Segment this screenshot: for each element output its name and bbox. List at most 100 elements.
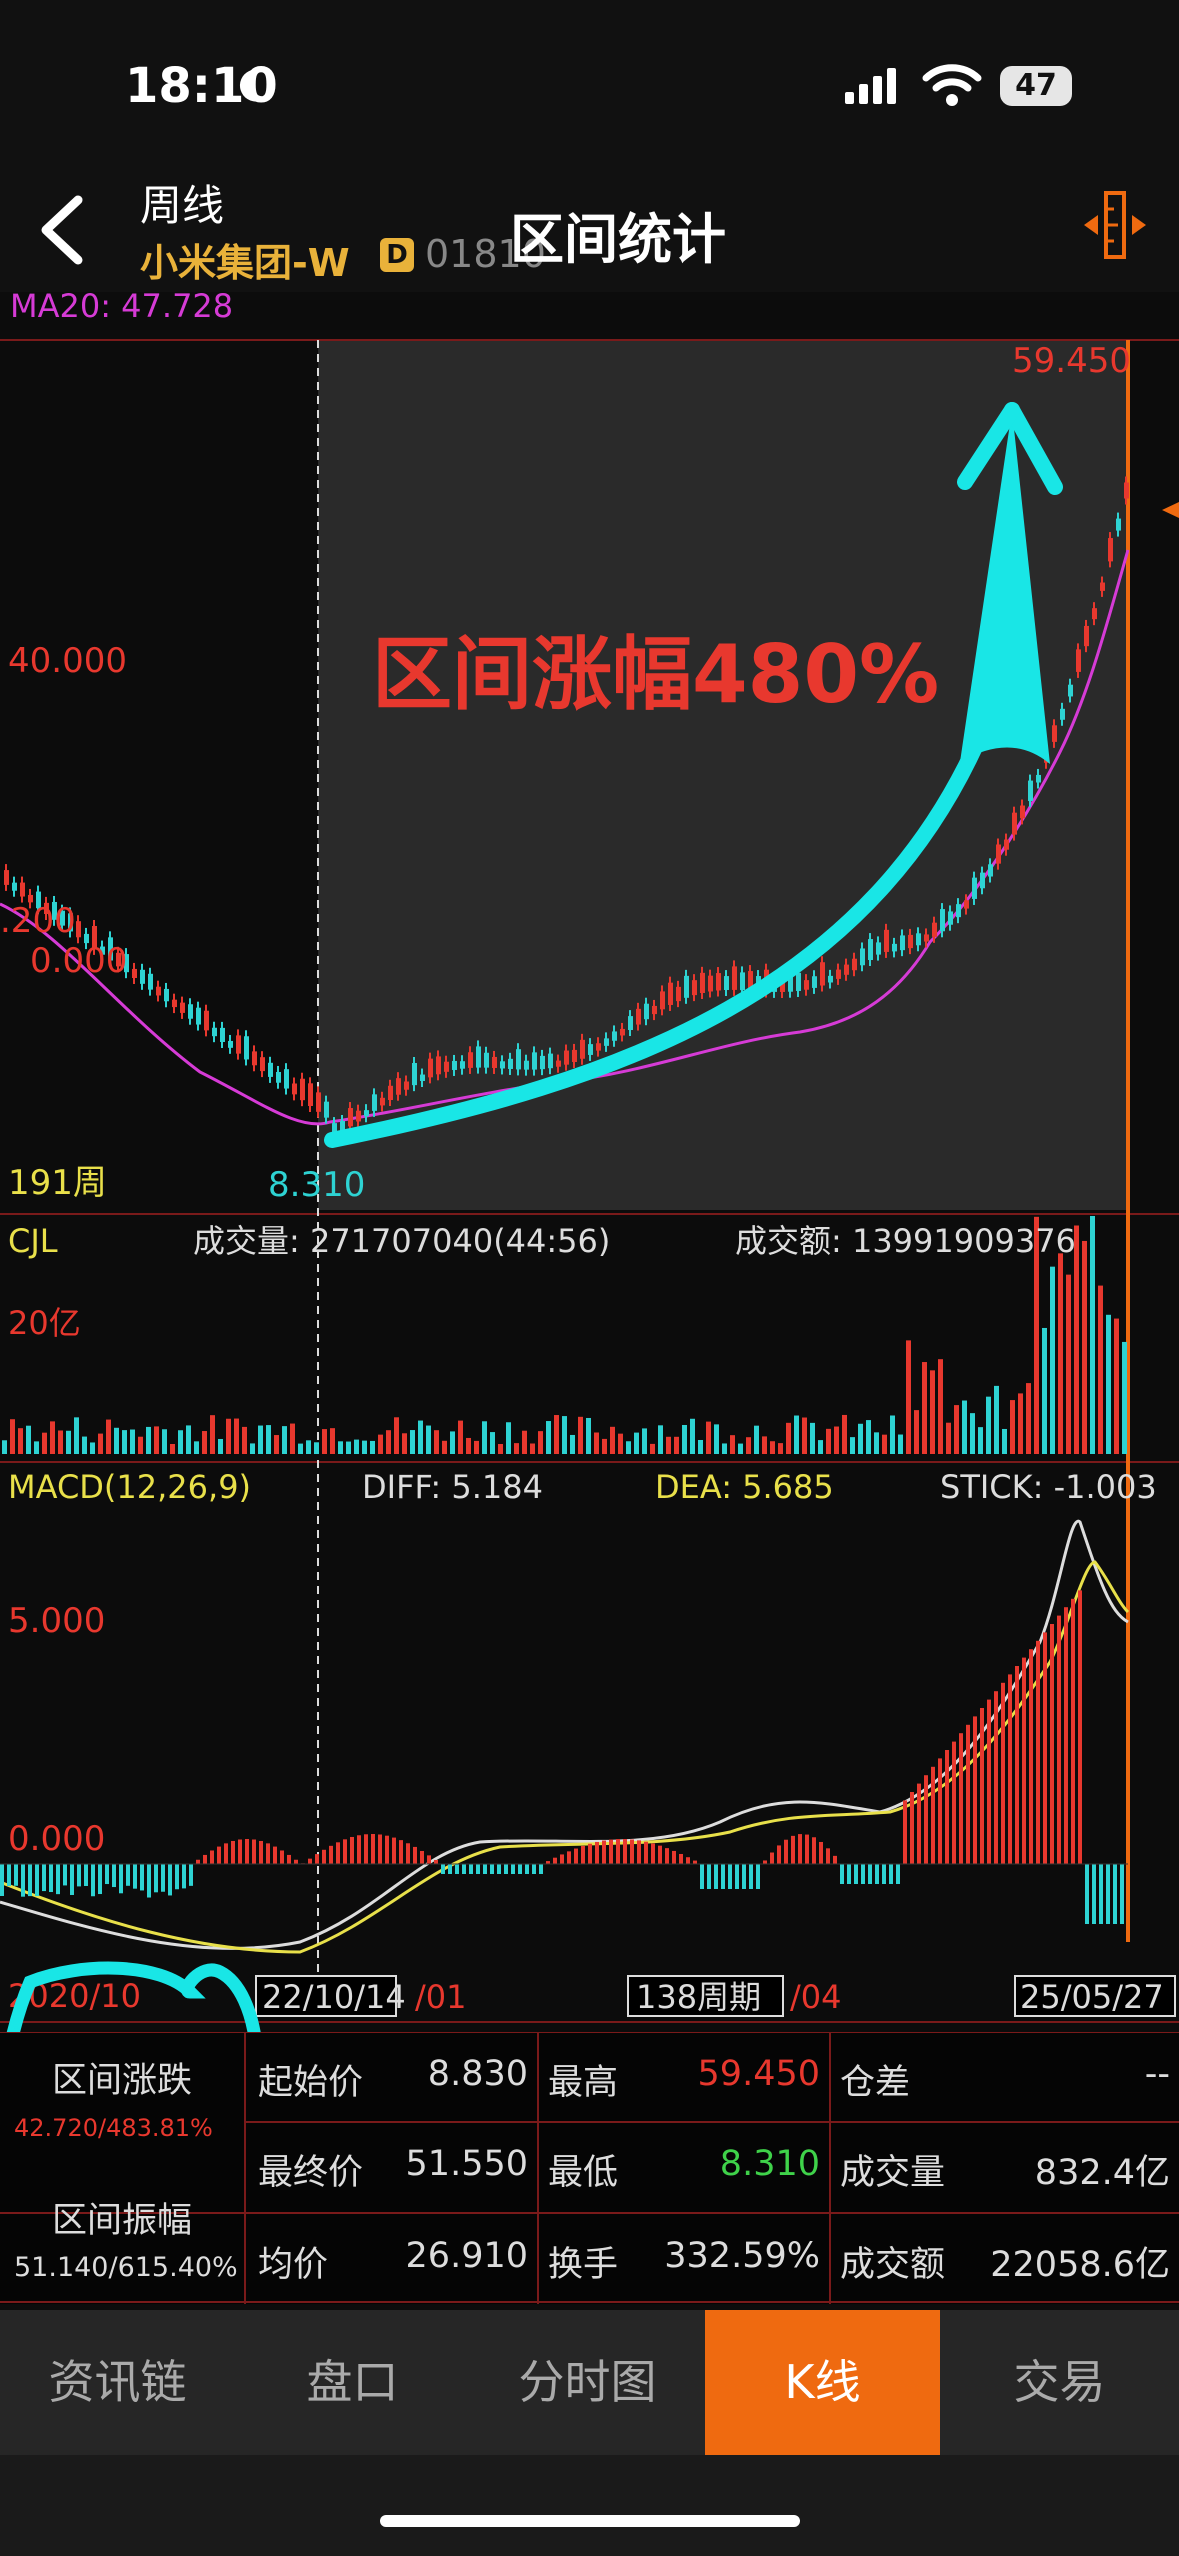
macd-bar — [770, 1852, 774, 1864]
volume-bar — [1026, 1383, 1031, 1454]
kline-chart[interactable]: MA20: 47.728 59.450 40.000 .200 0.000 8.… — [0, 292, 1179, 2032]
volume-bar — [1066, 1274, 1071, 1454]
high-value: 59.450 — [697, 2054, 820, 2094]
volume-bar — [218, 1438, 223, 1454]
candle-body — [964, 900, 969, 909]
volume-bar — [610, 1426, 615, 1454]
range-change-value: 42.720/483.81% — [14, 2114, 213, 2142]
macd-bar — [658, 1845, 662, 1864]
volume-bar — [154, 1426, 159, 1454]
macd-bar — [651, 1843, 655, 1864]
back-arrow-icon[interactable] — [32, 190, 92, 270]
macd-bar — [728, 1864, 732, 1889]
candle-body — [868, 939, 873, 961]
volume-bar — [866, 1420, 871, 1454]
macd-bar — [231, 1840, 235, 1864]
macd-bar — [84, 1864, 88, 1887]
volume-bar — [186, 1425, 191, 1454]
macd-bar — [217, 1846, 221, 1864]
macd-bar — [399, 1840, 403, 1864]
macd-bar — [385, 1835, 389, 1864]
volume-bar — [1082, 1240, 1087, 1454]
macd-bar — [595, 1841, 599, 1864]
candle-body — [900, 935, 905, 951]
tab-trade[interactable]: 交易 — [940, 2310, 1179, 2455]
home-area — [0, 2455, 1179, 2556]
macd-bar — [861, 1864, 865, 1884]
amount-text: 成交额: 13991909376 — [735, 1222, 1076, 1260]
macd-bar — [273, 1846, 277, 1864]
macd-bar — [637, 1840, 641, 1864]
macd-bar — [1071, 1598, 1075, 1864]
y-axis-40: 40.000 — [8, 641, 127, 681]
volume-bar — [450, 1431, 455, 1454]
range-select-icon[interactable] — [1080, 185, 1150, 265]
range-change-label: 区间涨跌 — [52, 2061, 193, 2101]
candle-body — [596, 1043, 601, 1051]
volume-bar — [98, 1433, 103, 1454]
macd-bar — [952, 1741, 956, 1864]
tab-news-chain[interactable]: 资讯链 — [0, 2310, 235, 2455]
candle-body — [988, 864, 993, 877]
macd-bar — [987, 1699, 991, 1864]
volume-bar — [1122, 1341, 1127, 1454]
candle-body — [692, 980, 697, 996]
macd-bar — [308, 1858, 312, 1864]
volume-bar — [642, 1428, 647, 1454]
volume-text: 成交量: 271707040(44:56) — [193, 1222, 610, 1260]
candle-body — [412, 1063, 417, 1086]
macd-bar — [735, 1864, 739, 1889]
macd-bar — [1064, 1607, 1068, 1864]
candle-body — [1116, 518, 1121, 531]
candle-body — [580, 1039, 585, 1059]
home-indicator[interactable] — [380, 2515, 800, 2527]
macd-bar — [182, 1864, 186, 1889]
tab-intraday[interactable]: 分时图 — [470, 2310, 705, 2455]
page-title: 区间统计 — [510, 208, 726, 271]
macd-bar — [742, 1864, 746, 1889]
candle-body — [652, 1005, 657, 1015]
volume-bar — [770, 1441, 775, 1454]
volume-bar — [858, 1423, 863, 1454]
volume-bar — [402, 1433, 407, 1454]
moon-icon — [239, 69, 268, 102]
volume-bar — [522, 1430, 527, 1454]
macd-bar — [42, 1864, 46, 1892]
macd-y0: 0.000 — [8, 1819, 105, 1859]
date-end: 25/05/27 — [1020, 1978, 1164, 2016]
volume-bar — [746, 1437, 751, 1454]
candle-body — [148, 973, 153, 990]
volume-bar — [754, 1425, 759, 1454]
candle-body — [252, 1051, 257, 1066]
candle-body — [940, 909, 945, 932]
macd-bar — [700, 1864, 704, 1889]
macd-bar — [574, 1848, 578, 1864]
macd-bar — [1099, 1864, 1103, 1924]
volume-bar — [626, 1441, 631, 1454]
volume-bar — [778, 1443, 783, 1454]
candle-body — [612, 1031, 617, 1041]
candle-body — [4, 870, 9, 885]
candle-body — [1004, 839, 1009, 850]
macd-bar — [35, 1864, 39, 1897]
tab-kline[interactable]: K线 — [705, 2310, 940, 2455]
macd-label: MACD(12,26,9) — [8, 1468, 251, 1506]
macd-bar — [70, 1864, 74, 1895]
stock-name: 小米集团-W — [140, 241, 350, 285]
macd-bar — [749, 1864, 753, 1889]
macd-bar — [1015, 1666, 1019, 1864]
volume-bar — [226, 1418, 231, 1454]
volume-bar — [298, 1443, 303, 1454]
candle-body — [1036, 774, 1041, 783]
volume-bar — [1058, 1253, 1063, 1454]
candle-body — [828, 975, 833, 983]
macd-bar — [413, 1846, 417, 1864]
candle-body — [20, 882, 25, 897]
volume-bar — [162, 1429, 167, 1454]
tab-order-book[interactable]: 盘口 — [235, 2310, 470, 2455]
candle-body — [180, 1002, 185, 1013]
volume-total-value: 832.4亿 — [1034, 2153, 1170, 2193]
volume-bar — [74, 1417, 79, 1454]
candle-body — [660, 991, 665, 1010]
period-label: 周线 — [140, 181, 225, 230]
